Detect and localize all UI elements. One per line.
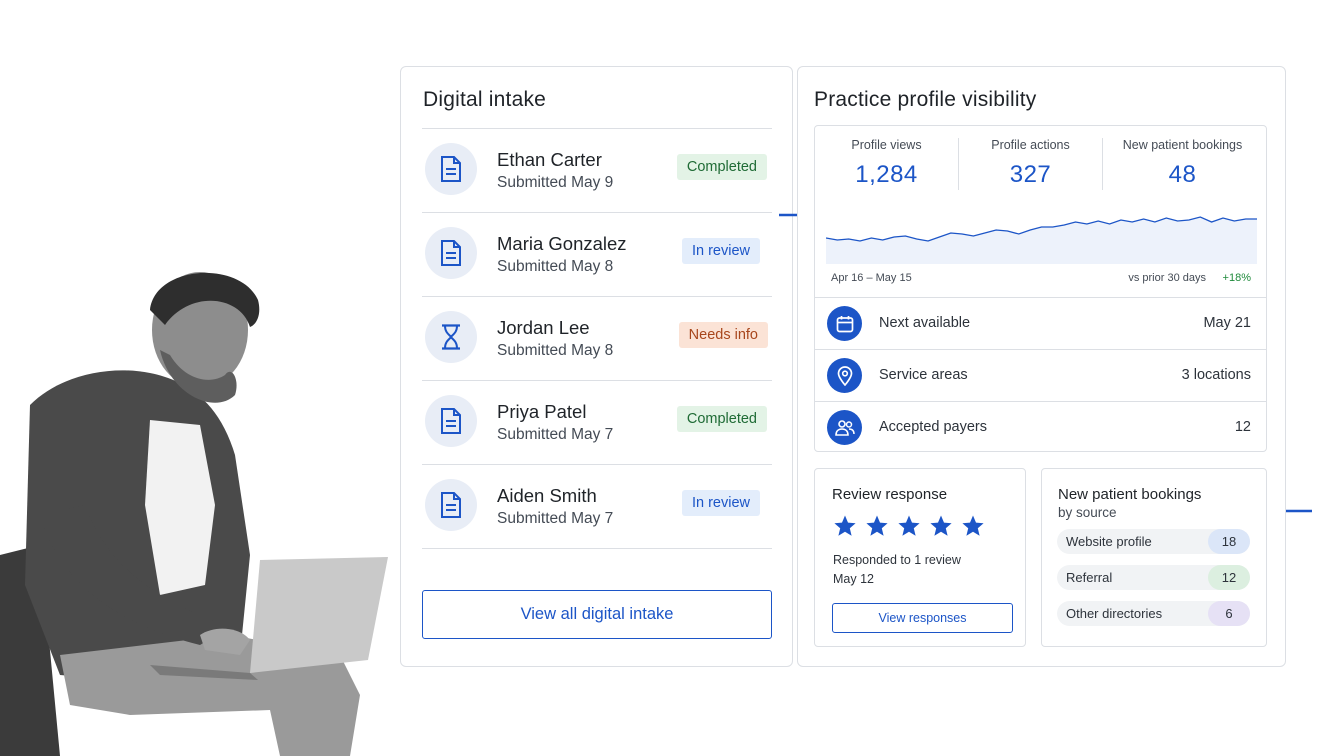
intake-submitted-date: Submitted May 7 bbox=[497, 510, 614, 527]
intake-submitted-date: Submitted May 8 bbox=[497, 342, 614, 359]
detail-label: Next available bbox=[879, 315, 971, 331]
bookings-title: New patient bookings bbox=[1058, 486, 1202, 503]
intake-name: Maria Gonzalez bbox=[497, 233, 627, 254]
source-row-referral: Referral 12 bbox=[1057, 565, 1250, 590]
detail-label: Accepted payers bbox=[879, 419, 988, 435]
view-responses-button[interactable]: View responses bbox=[832, 603, 1013, 633]
stat-value: 1,284 bbox=[855, 161, 918, 188]
detail-label: Service areas bbox=[879, 367, 968, 383]
star-icon bbox=[962, 515, 984, 536]
intake-item-priya-patel[interactable]: Priya Patel Submitted May 7 Completed bbox=[422, 381, 772, 465]
detail-row-accepted-payers[interactable]: Accepted payers 12 bbox=[815, 401, 1266, 453]
comparison-label: vs prior 30 days bbox=[1128, 272, 1206, 284]
star-icon bbox=[898, 515, 920, 536]
intake-submitted-date: Submitted May 9 bbox=[497, 174, 614, 191]
star-icon bbox=[866, 515, 888, 536]
stat-label: New patient bookings bbox=[1122, 138, 1243, 152]
status-badge: In review bbox=[681, 238, 760, 264]
person-with-laptop-illustration bbox=[0, 272, 388, 756]
intake-item-maria-gonzalez[interactable]: Maria Gonzalez Submitted May 8 In review bbox=[422, 213, 772, 297]
intake-submitted-date: Submitted May 7 bbox=[497, 426, 614, 443]
detail-value: May 21 bbox=[1203, 315, 1251, 331]
review-response-text: Responded to 1 review bbox=[833, 553, 961, 567]
intake-item-ethan-carter[interactable]: Ethan Carter Submitted May 9 Completed bbox=[422, 129, 772, 213]
intake-name: Jordan Lee bbox=[497, 317, 590, 338]
intake-item-aiden-smith[interactable]: Aiden Smith Submitted May 7 In review bbox=[422, 465, 772, 549]
source-label: Referral bbox=[1066, 570, 1113, 585]
source-label: Other directories bbox=[1066, 606, 1163, 621]
trend-area bbox=[826, 217, 1257, 264]
location-pin-icon bbox=[827, 358, 862, 393]
hourglass-icon bbox=[425, 311, 477, 363]
review-response-date: May 12 bbox=[833, 572, 874, 586]
stat-value: 48 bbox=[1168, 161, 1197, 188]
practice-profile-visibility-title: Practice profile visibility bbox=[814, 88, 1037, 111]
star-icon bbox=[834, 515, 856, 536]
date-range-label: Apr 16 – May 15 bbox=[831, 272, 912, 284]
detail-value: 3 locations bbox=[1181, 367, 1251, 383]
star-rating bbox=[833, 514, 985, 538]
stat-label: Profile actions bbox=[991, 138, 1070, 152]
intake-list: Ethan Carter Submitted May 9 Completed M… bbox=[422, 128, 772, 549]
intake-name: Ethan Carter bbox=[497, 149, 602, 170]
detail-value: 12 bbox=[1234, 419, 1251, 435]
document-icon bbox=[425, 143, 477, 195]
document-icon bbox=[425, 479, 477, 531]
source-count: 12 bbox=[1208, 565, 1250, 590]
source-row-website-profile: Website profile 18 bbox=[1057, 529, 1250, 554]
status-badge: Completed bbox=[676, 406, 767, 432]
status-badge: Completed bbox=[676, 154, 767, 180]
document-icon bbox=[425, 227, 477, 279]
stat-value: 327 bbox=[1009, 161, 1052, 188]
bookings-by-source-panel: New patient bookings by source Website p… bbox=[1041, 468, 1267, 647]
view-all-digital-intake-button[interactable]: View all digital intake bbox=[422, 590, 772, 639]
bookings-subtitle: by source bbox=[1058, 505, 1117, 520]
divider bbox=[1102, 138, 1103, 190]
intake-name: Priya Patel bbox=[497, 401, 587, 422]
people-icon bbox=[827, 410, 862, 445]
review-response-panel: Review response Responded to 1 review Ma… bbox=[814, 468, 1026, 647]
review-response-title: Review response bbox=[832, 486, 948, 503]
intake-item-jordan-lee[interactable]: Jordan Lee Submitted May 8 Needs info bbox=[422, 297, 772, 381]
stat-label: Profile views bbox=[851, 138, 922, 152]
source-label: Website profile bbox=[1066, 534, 1152, 549]
detail-row-next-available[interactable]: Next available May 21 bbox=[815, 297, 1266, 349]
profile-stats-panel: Profile views 1,284 Profile actions 327 … bbox=[814, 125, 1267, 452]
detail-row-service-areas[interactable]: Service areas 3 locations bbox=[815, 349, 1266, 401]
practice-profile-visibility-card: Practice profile visibility Profile view… bbox=[797, 66, 1286, 667]
stat-profile-actions: Profile actions 327 bbox=[959, 138, 1102, 189]
status-badge: Needs info bbox=[678, 322, 768, 348]
source-count: 6 bbox=[1208, 601, 1250, 626]
intake-name: Aiden Smith bbox=[497, 485, 597, 506]
intake-submitted-date: Submitted May 8 bbox=[497, 258, 614, 275]
source-row-other-directories: Other directories 6 bbox=[1057, 601, 1250, 626]
calendar-icon bbox=[827, 306, 862, 341]
digital-intake-title: Digital intake bbox=[423, 88, 547, 111]
stat-profile-views: Profile views 1,284 bbox=[815, 138, 958, 189]
change-percent: +18% bbox=[1222, 272, 1251, 284]
star-icon bbox=[930, 515, 952, 536]
digital-intake-card: Digital intake Ethan Carter Submitted Ma… bbox=[400, 66, 793, 667]
source-count: 18 bbox=[1208, 529, 1250, 554]
visibility-trend-chart bbox=[826, 216, 1257, 264]
document-icon bbox=[425, 395, 477, 447]
stat-new-patient-bookings: New patient bookings 48 bbox=[1111, 138, 1254, 189]
status-badge: In review bbox=[681, 490, 760, 516]
